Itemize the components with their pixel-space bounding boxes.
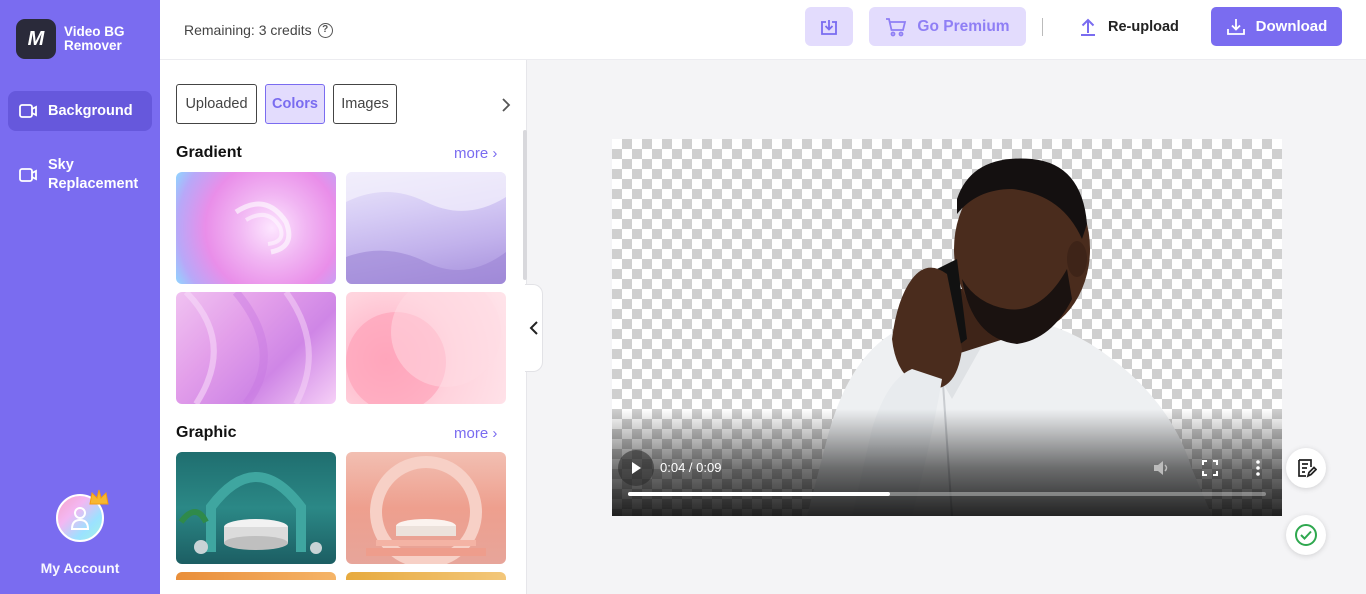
gradient-thumbnail[interactable] [176,292,336,404]
crown-icon [89,489,109,505]
download-box-icon [821,19,837,35]
upload-icon [1081,18,1095,36]
sidebar-item-sky-replacement[interactable]: Sky Replacement [8,152,152,198]
gradient-thumbnail[interactable] [176,172,336,284]
download-icon [1226,18,1245,35]
gradient-circles [346,292,501,404]
save-to-device-button[interactable] [805,7,853,46]
chevron-right-icon[interactable] [500,97,512,113]
panel-scrollbar[interactable] [523,130,527,280]
tab-uploaded[interactable]: Uploaded [176,84,257,124]
collapse-panel-button[interactable] [525,284,543,372]
confirm-button[interactable] [1286,515,1326,555]
toolbar-divider [1042,18,1043,36]
go-premium-button[interactable]: Go Premium [869,7,1026,46]
gradient-waves [346,172,506,284]
feedback-button[interactable] [1286,448,1326,488]
gradient-thumbnail[interactable] [346,292,506,404]
progress-fill [628,492,890,496]
chevron-left-icon [529,321,538,335]
more-graphic-link[interactable]: more › [454,425,497,442]
play-button[interactable] [618,450,654,486]
tab-images[interactable]: Images [333,84,397,124]
download-button[interactable]: Download [1211,7,1342,46]
volume-icon[interactable] [1152,459,1170,477]
podium-scene [366,456,486,564]
help-icon[interactable]: ? [317,22,333,38]
video-icon [19,104,37,118]
gradient-ripples [183,292,312,404]
check-circle-icon [1295,524,1317,546]
graphic-thumbnail[interactable] [176,452,336,564]
podium-scene [178,472,322,554]
gradient-swirl [234,201,292,255]
background-panel: Uploaded Colors Images Gradient more › G… [160,60,527,594]
video-icon [19,168,37,182]
edit-notes-icon [1298,459,1317,478]
more-gradient-link[interactable]: more › [454,145,497,162]
top-bar: Remaining: 3 credits ? Go Premium Re-upl… [160,0,1366,60]
sidebar-item-background[interactable]: Background [8,91,152,131]
re-upload-label: Re-upload [1108,18,1179,35]
graphic-thumbnail[interactable] [346,572,506,580]
account-label: My Account [40,560,120,576]
more-options-icon[interactable] [1252,459,1264,477]
cart-icon [886,17,907,36]
graphic-thumbnail[interactable] [346,452,506,564]
premium-label: Go Premium [917,17,1010,35]
graphic-thumbnail[interactable] [176,572,336,580]
section-title-gradient: Gradient [176,144,242,161]
fullscreen-icon[interactable] [1201,459,1219,477]
sidebar-item-label: Background [48,103,133,119]
logo-text: Video BG Remover [64,24,125,53]
credits-indicator: Remaining: 3 credits ? [184,22,333,38]
tab-colors[interactable]: Colors [265,84,325,124]
video-progress-bar[interactable] [628,492,1266,496]
play-icon [632,462,641,474]
user-icon [70,507,90,530]
gradient-thumbnail[interactable] [346,172,506,284]
app-logo[interactable]: M Video BG Remover [16,19,144,59]
re-upload-button[interactable]: Re-upload [1078,7,1179,46]
download-label: Download [1255,18,1328,35]
sidebar-item-label: Sky Replacement [48,157,139,192]
sidebar: M Video BG Remover Background Sky Replac… [0,0,160,594]
video-player[interactable]: 0:04 / 0:09 [612,139,1282,516]
time-display: 0:04 / 0:09 [660,460,722,475]
section-title-graphic: Graphic [176,424,237,441]
credits-text: Remaining: 3 credits [184,22,312,38]
logo-icon: M [16,19,56,59]
